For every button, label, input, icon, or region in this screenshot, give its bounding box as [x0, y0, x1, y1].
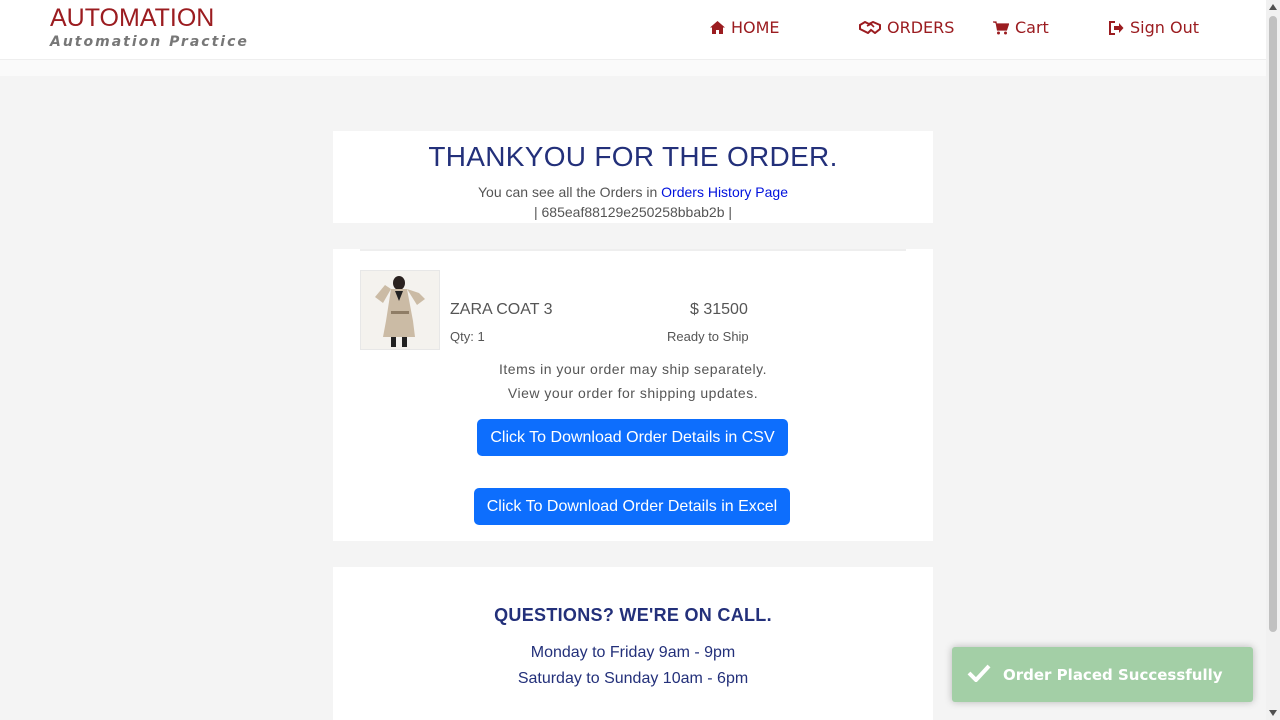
- download-excel-button[interactable]: Click To Download Order Details in Excel: [474, 488, 790, 525]
- cart-icon: [993, 20, 1009, 35]
- vertical-scrollbar[interactable]: [1266, 0, 1280, 720]
- order-id: | 685eaf88129e250258bbab2b |: [533, 204, 733, 220]
- orders-history-text: You can see all the Orders in Orders His…: [333, 184, 933, 200]
- divider: [360, 249, 906, 251]
- weekend-hours: Saturday to Sunday 10am - 6pm: [517, 670, 749, 687]
- shipping-note: Items in your order may ship separately.…: [333, 357, 933, 405]
- weekday-hours: Monday to Friday 9am - 9pm: [530, 644, 736, 661]
- toast-message: Order Placed Successfully: [1003, 665, 1223, 684]
- product-price: $ 31500: [690, 301, 748, 318]
- nav-home-label: HOME: [731, 18, 780, 37]
- support-card: QUESTIONS? WE'RE ON CALL. Monday to Frid…: [333, 567, 933, 720]
- header-strip: [0, 60, 1266, 76]
- brand-title: AUTOMATION: [50, 4, 215, 32]
- sign-out-icon: [1109, 20, 1124, 35]
- scroll-thumb[interactable]: [1269, 16, 1277, 632]
- success-toast[interactable]: Order Placed Successfully: [952, 647, 1253, 702]
- handshake-icon: [859, 21, 881, 34]
- nav-signout[interactable]: Sign Out: [1109, 18, 1199, 37]
- brand-logo[interactable]: AUTOMATION Automation Practice: [50, 4, 249, 50]
- nav-orders-label: ORDERS: [887, 18, 955, 37]
- shipping-line-2: View your order for shipping updates.: [507, 385, 759, 401]
- nav-orders[interactable]: ORDERS: [859, 18, 954, 37]
- nav-signout-label: Sign Out: [1130, 18, 1199, 37]
- product-status: Ready to Ship: [667, 329, 749, 344]
- thankyou-heading: THANKYOU FOR THE ORDER.: [428, 141, 838, 172]
- nav-cart[interactable]: Cart: [993, 18, 1049, 37]
- home-icon: [710, 21, 725, 34]
- scroll-up-arrow-icon[interactable]: [1269, 4, 1277, 10]
- orders-history-prefix: You can see all the Orders in: [478, 184, 658, 200]
- support-hours: Monday to Friday 9am - 9pm Saturday to S…: [333, 640, 933, 692]
- top-header: AUTOMATION Automation Practice HOME ORDE…: [0, 0, 1266, 60]
- product-name: ZARA COAT 3: [450, 301, 553, 318]
- nav-cart-label: Cart: [1015, 18, 1049, 37]
- order-confirmation-card: THANKYOU FOR THE ORDER. You can see all …: [333, 131, 933, 223]
- download-csv-button[interactable]: Click To Download Order Details in CSV: [477, 419, 788, 456]
- coat-product-image: [360, 270, 440, 350]
- check-icon: [967, 664, 991, 686]
- orders-history-link[interactable]: Orders History Page: [661, 184, 788, 200]
- scroll-down-arrow-icon[interactable]: [1269, 710, 1277, 716]
- shipping-line-1: Items in your order may ship separately.: [499, 361, 767, 377]
- order-details-card: ZARA COAT 3 $ 31500 Qty: 1 Ready to Ship…: [333, 249, 933, 541]
- brand-subtitle: Automation Practice: [50, 34, 249, 50]
- support-title: QUESTIONS? WE'RE ON CALL.: [494, 605, 772, 625]
- nav-home[interactable]: HOME: [710, 18, 780, 37]
- product-qty: Qty: 1: [450, 329, 485, 344]
